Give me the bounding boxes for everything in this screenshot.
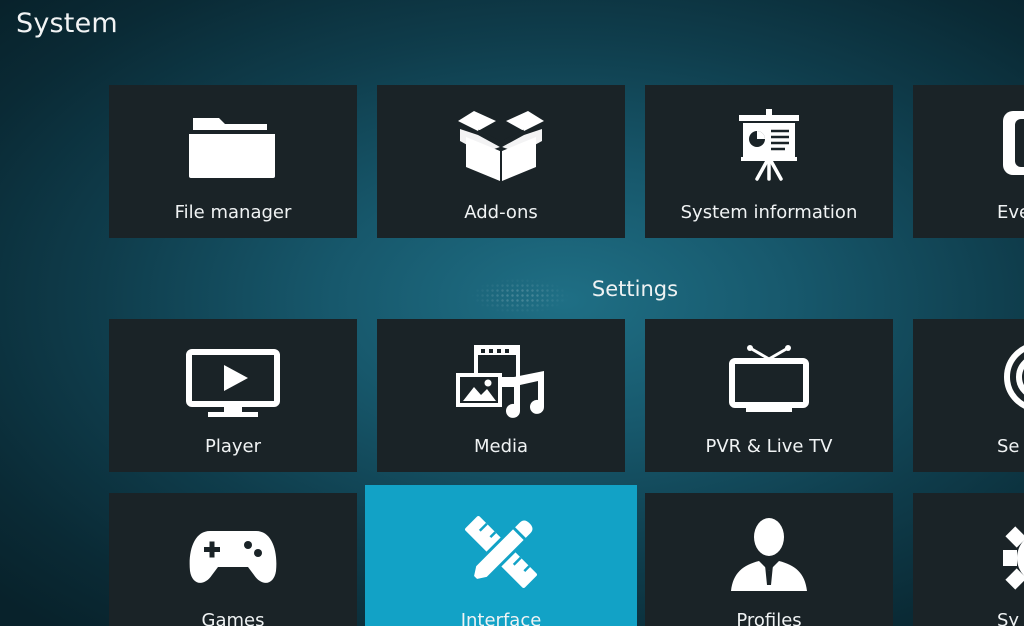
tile-media[interactable]: Media — [377, 319, 625, 472]
tile-games[interactable]: Games — [109, 493, 357, 626]
page-title: System — [16, 8, 118, 39]
tile-label: Profiles — [736, 610, 802, 626]
tile-label: Games — [201, 610, 265, 626]
tile-label: Interface — [460, 610, 542, 626]
tile-profiles[interactable]: Profiles — [645, 493, 893, 626]
tile-file-manager[interactable]: File manager — [109, 85, 357, 238]
tile-label: PVR & Live TV — [705, 436, 833, 457]
gamepad-icon — [189, 531, 277, 583]
tile-label: System information — [680, 202, 858, 223]
user-profile-icon — [731, 518, 807, 591]
section-title-settings: Settings — [591, 277, 679, 301]
folder-icon — [189, 118, 275, 178]
open-box-icon — [458, 111, 544, 181]
tile-system[interactable]: Sy — [913, 493, 1024, 626]
presentation-board-icon — [739, 109, 799, 181]
tile-label: Se — [997, 436, 1020, 457]
tile-label: Add-ons — [464, 202, 538, 223]
tile-label: Sy — [997, 610, 1020, 626]
tile-label: Media — [473, 436, 529, 457]
tv-antenna-icon — [729, 345, 809, 412]
tile-interface[interactable]: Interface — [365, 485, 637, 626]
tile-services[interactable]: Se — [913, 319, 1024, 472]
tile-label: Player — [204, 436, 261, 457]
tv-play-icon — [186, 349, 280, 417]
loading-dots — [470, 278, 570, 314]
event-log-icon — [1003, 111, 1024, 175]
ruler-pencil-icon — [465, 516, 537, 588]
tile-player[interactable]: Player — [109, 319, 357, 472]
tile-system-information[interactable]: System information — [645, 85, 893, 238]
service-icon — [1004, 345, 1024, 409]
tile-pvr-live-tv[interactable]: PVR & Live TV — [645, 319, 893, 472]
tile-label: File manager — [174, 202, 292, 223]
tile-add-ons[interactable]: Add-ons — [377, 85, 625, 238]
tile-label: Eve — [997, 202, 1024, 223]
media-film-music-icon — [456, 345, 544, 418]
tile-event-log[interactable]: Eve — [913, 85, 1024, 238]
gear-icon — [1003, 526, 1024, 590]
